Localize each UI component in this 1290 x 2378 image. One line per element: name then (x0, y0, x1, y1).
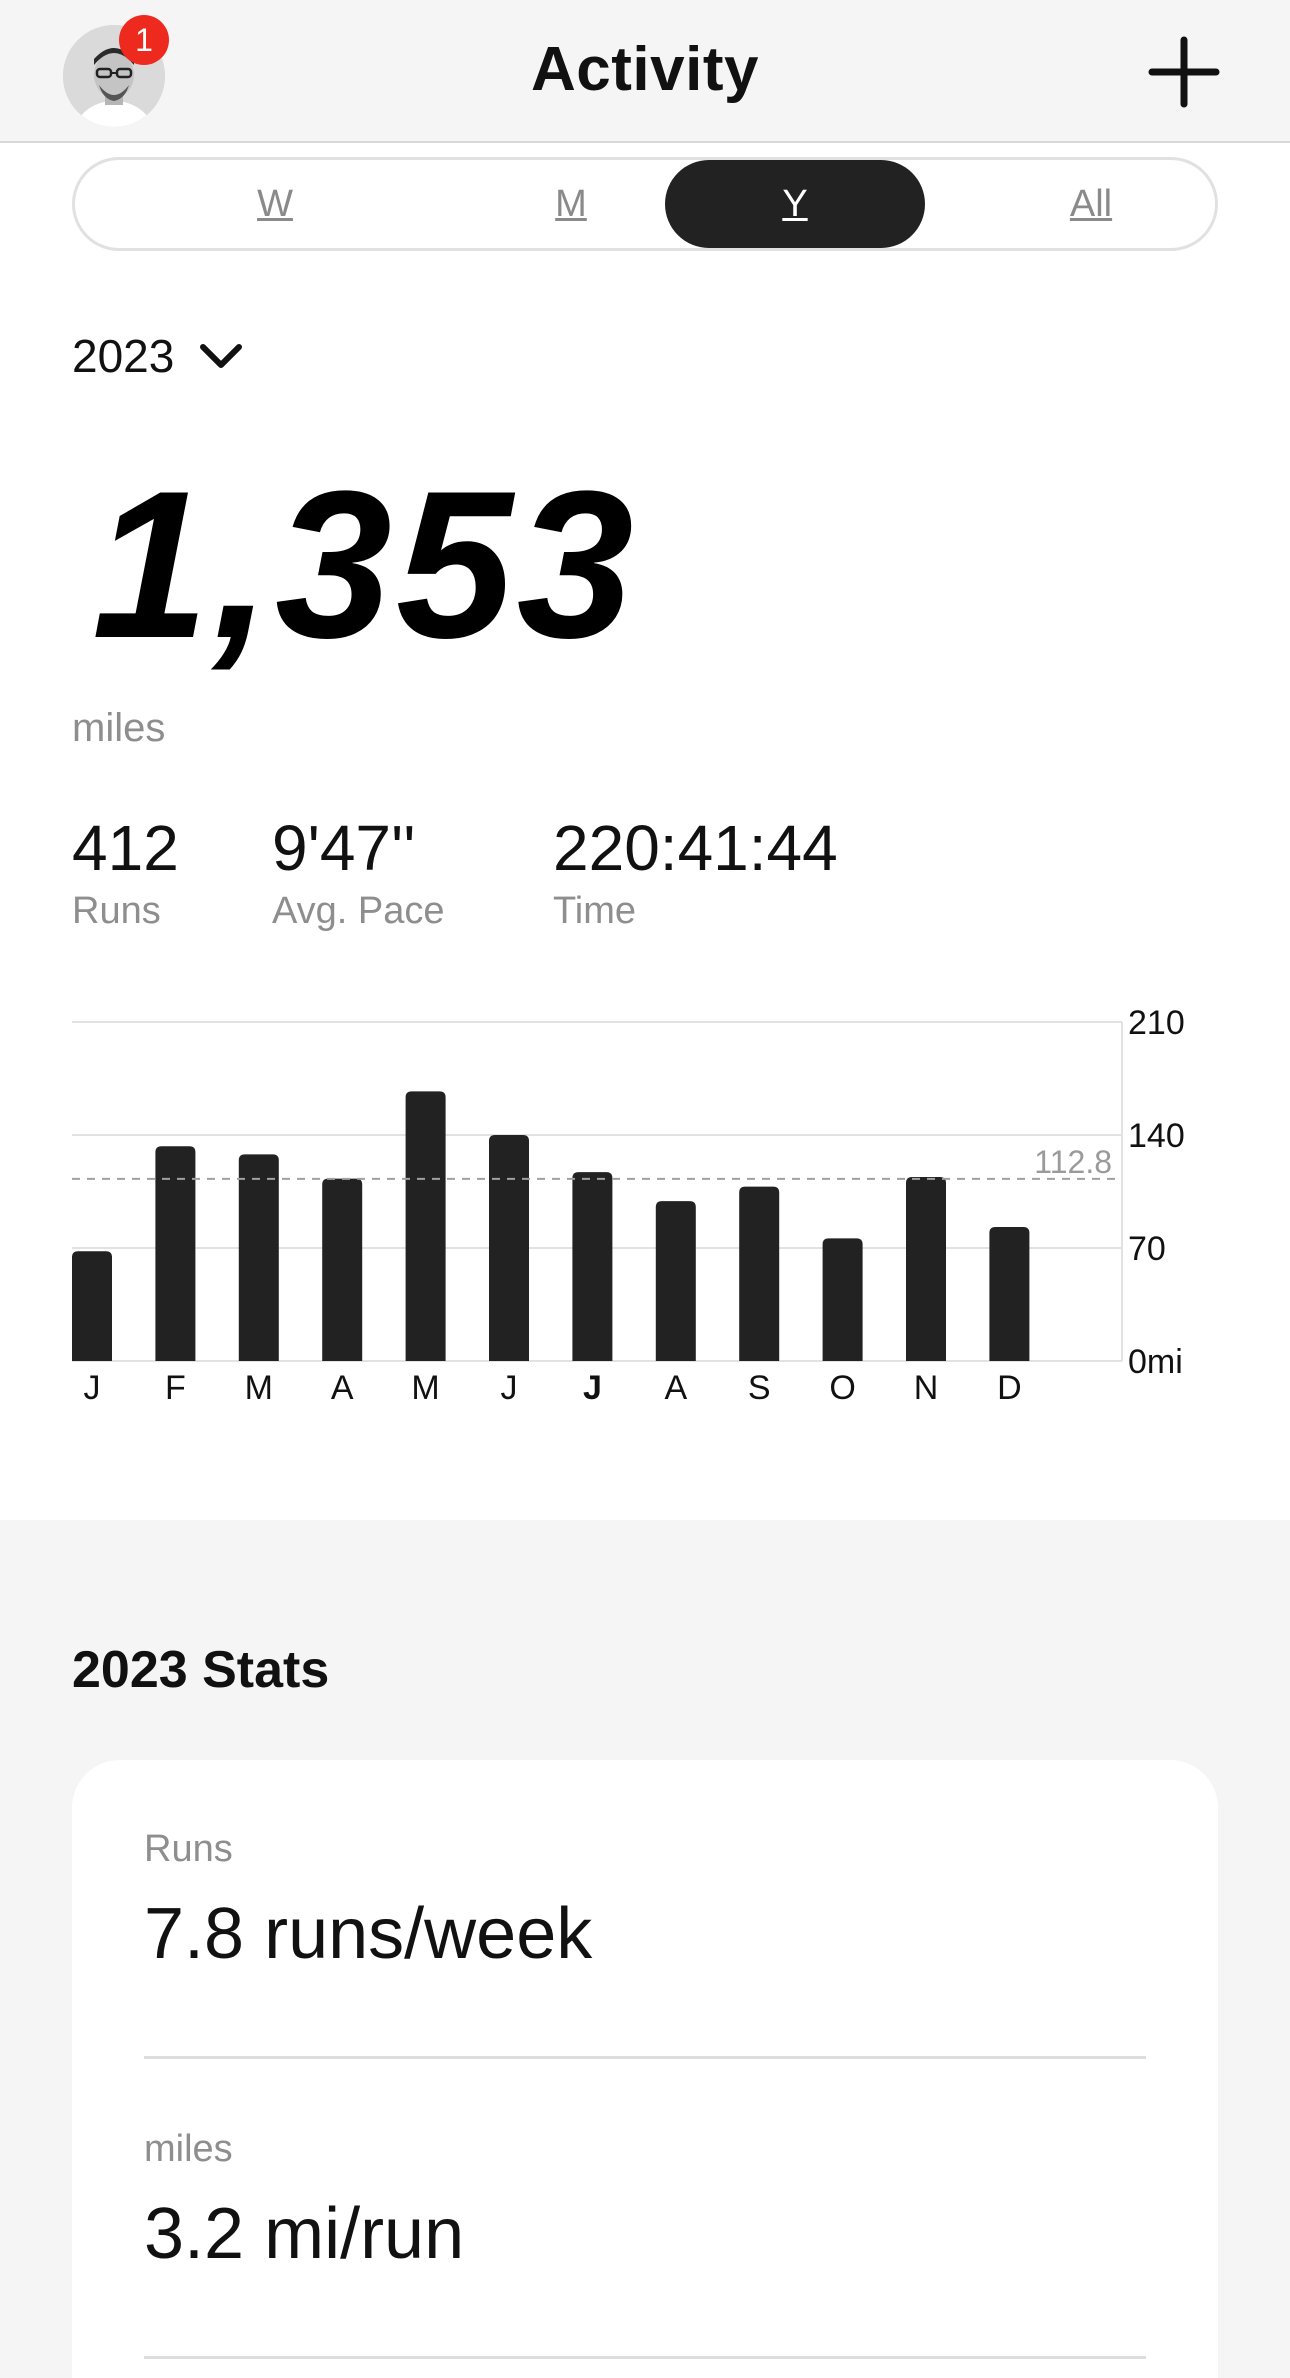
year-value: 2023 (72, 330, 175, 382)
y-tick-label: 70 (1128, 1230, 1166, 1268)
chart-bar (572, 1172, 613, 1361)
chart-bar (906, 1176, 946, 1361)
year-dropdown[interactable]: 2023 (72, 326, 243, 386)
stat-runs-label: Runs (72, 890, 161, 932)
x-tick-label: M (411, 1369, 439, 1407)
stat-time: 220:41:44 Time (553, 810, 838, 936)
average-label: 112.8 (1034, 1144, 1112, 1180)
chart-bar (739, 1186, 780, 1361)
y-tick-label: 0mi (1128, 1343, 1183, 1381)
chart-bar (155, 1146, 196, 1361)
stats-divider (144, 2056, 1146, 2059)
tab-all[interactable]: All (961, 160, 1221, 248)
stats-item-runs: Runs 7.8 runs/week (144, 1824, 1146, 1980)
x-tick-label: S (748, 1369, 771, 1407)
chevron-down-icon (199, 344, 242, 368)
stats-item-miles-value: 3.2 mi/run (144, 2194, 465, 2274)
header-bar: 1 Activity (0, 0, 1290, 143)
chart-bar (72, 1251, 112, 1361)
distance-unit: miles (72, 706, 166, 750)
stats-card: Runs 7.8 runs/week miles 3.2 mi/run (72, 1760, 1218, 2378)
chart-bar (989, 1227, 1030, 1361)
x-tick-label: J (583, 1369, 602, 1407)
add-button[interactable] (1148, 36, 1220, 108)
activity-screen: 1 Activity W M Y All 2023 1,353 miles 41… (0, 0, 1290, 2378)
page-title: Activity (531, 35, 759, 104)
x-tick-label: A (664, 1369, 687, 1407)
stats-section-title: 2023 Stats (72, 1641, 330, 1699)
x-tick-label: N (914, 1369, 939, 1407)
chart-bar (322, 1178, 363, 1361)
y-tick-label: 140 (1128, 1117, 1185, 1155)
stat-pace-value: 9'47'' (272, 812, 416, 884)
chart-bar (238, 1154, 279, 1361)
tab-year[interactable]: Y (665, 160, 925, 248)
range-segmented-control: W M Y All (72, 157, 1218, 251)
chart-bar (489, 1135, 529, 1361)
stat-pace: 9'47'' Avg. Pace (272, 810, 445, 936)
x-tick-label: J (84, 1369, 101, 1407)
stats-item-runs-value: 7.8 runs/week (144, 1894, 593, 1974)
chart-bar (655, 1201, 696, 1361)
total-distance: 1,353 (92, 447, 638, 682)
x-tick-label: O (829, 1369, 855, 1407)
bar-chart-svg: 210 140 70 0mi J F M A M J J A S O N D 112.8 (72, 1004, 1185, 1407)
x-tick-label: D (997, 1369, 1022, 1407)
monthly-distance-chart: 210 140 70 0mi J F M A M J J A S O N D 112.8 (0, 1000, 1290, 1420)
stat-time-value: 220:41:44 (553, 812, 838, 884)
tab-week[interactable]: W (145, 160, 405, 248)
stat-time-label: Time (553, 890, 637, 932)
year-stats-section: 2023 Stats Runs 7.8 runs/week miles 3.2 … (0, 1520, 1290, 2378)
tab-month[interactable]: M (441, 160, 701, 248)
stats-item-miles-label: miles (144, 2128, 233, 2170)
stat-runs: 412 Runs (72, 810, 179, 936)
x-tick-label: A (331, 1369, 354, 1407)
stat-pace-label: Avg. Pace (272, 890, 445, 932)
stats-divider (144, 2356, 1146, 2359)
plus-icon (1148, 36, 1220, 108)
x-tick-label: F (165, 1369, 186, 1407)
stats-item-runs-label: Runs (144, 1828, 233, 1870)
stat-runs-value: 412 (72, 812, 179, 884)
x-tick-label: M (245, 1369, 273, 1407)
chart-bar (405, 1091, 446, 1361)
y-tick-label: 210 (1128, 1004, 1185, 1042)
stats-item-miles: miles 3.2 mi/run (144, 2124, 1146, 2280)
chart-bar (822, 1238, 863, 1361)
x-tick-label: J (501, 1369, 518, 1407)
